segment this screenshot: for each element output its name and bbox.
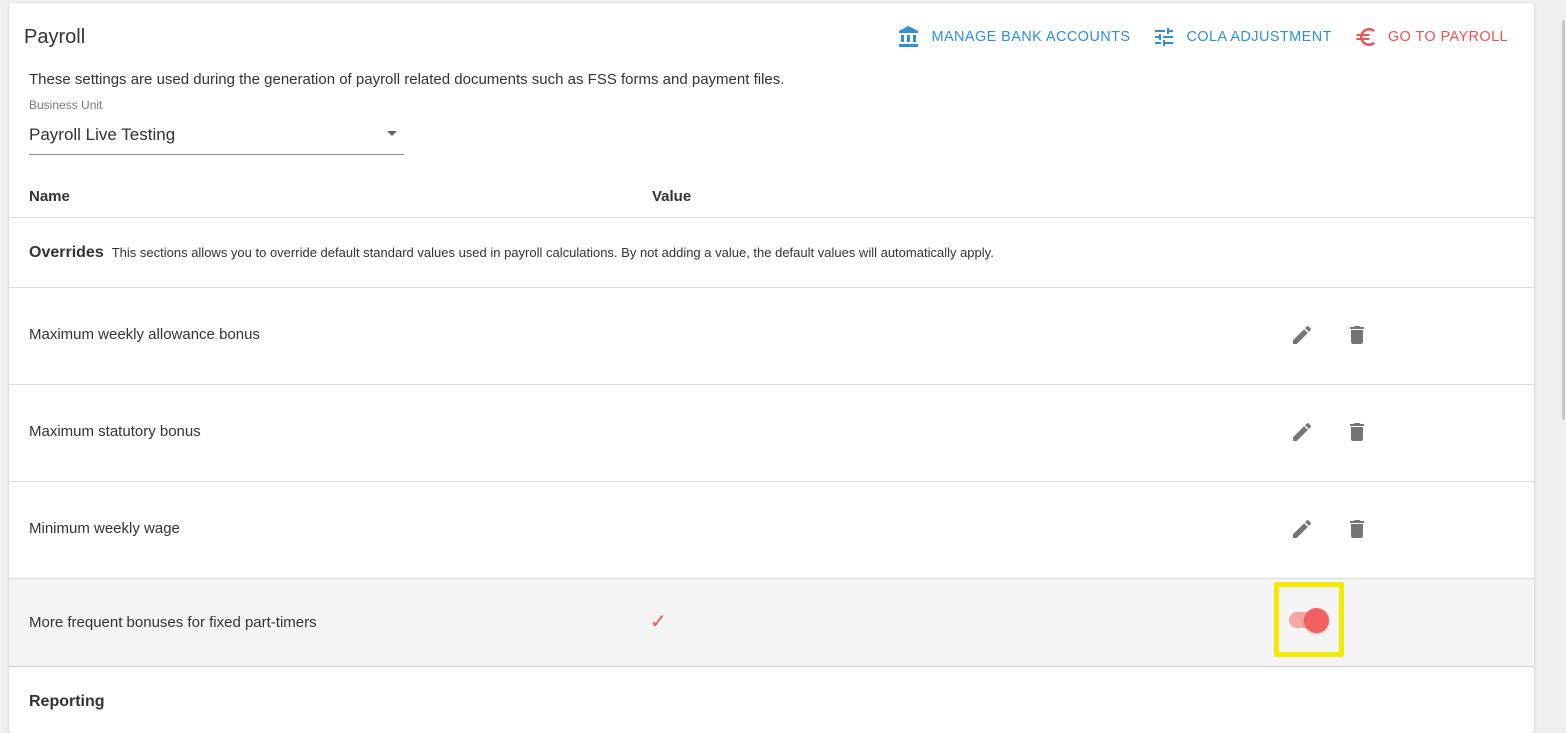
overrides-title: Overrides (29, 244, 104, 261)
row-actions (1290, 517, 1369, 541)
page-title: Payroll (24, 26, 86, 48)
header-actions: MANAGE BANK ACCOUNTS COLA ADJUSTMENT GO … (897, 25, 1508, 49)
table-row: Maximum statutory bonus (9, 385, 1534, 481)
tune-icon (1152, 25, 1176, 49)
row-actions (1290, 420, 1369, 444)
business-unit-value: Payroll Live Testing (29, 125, 176, 144)
edit-icon[interactable] (1290, 323, 1314, 347)
manage-bank-accounts-label: MANAGE BANK ACCOUNTS (931, 29, 1131, 45)
chevron-down-icon (387, 131, 397, 136)
payroll-settings-card: Payroll MANAGE BANK ACCOUNTS COLA ADJUST… (9, 3, 1534, 733)
go-to-payroll-button[interactable]: GO TO PAYROLL (1354, 25, 1508, 49)
table-row: Maximum weekly allowance bonus (9, 288, 1534, 384)
page-scrollbar[interactable] (1560, 0, 1566, 723)
row-name: More frequent bonuses for fixed part-tim… (29, 614, 317, 631)
go-to-payroll-label: GO TO PAYROLL (1387, 29, 1508, 45)
page-description: These settings are used during the gener… (29, 71, 785, 88)
cola-adjustment-label: COLA ADJUSTMENT (1186, 29, 1332, 45)
euro-icon (1354, 25, 1378, 49)
table-row-toggle: More frequent bonuses for fixed part-tim… (9, 579, 1534, 666)
delete-icon[interactable] (1345, 420, 1369, 444)
edit-icon[interactable] (1290, 517, 1314, 541)
column-header-name: Name (29, 188, 70, 205)
divider (9, 666, 1534, 667)
overrides-description: This sections allows you to override def… (111, 245, 994, 260)
row-name: Maximum weekly allowance bonus (29, 326, 260, 343)
table-row: Minimum weekly wage (9, 482, 1534, 578)
manage-bank-accounts-button[interactable]: MANAGE BANK ACCOUNTS (897, 25, 1130, 49)
delete-icon[interactable] (1345, 517, 1369, 541)
toggle-knob[interactable] (1304, 608, 1329, 633)
column-header-value: Value (652, 188, 692, 205)
bank-icon (897, 25, 921, 49)
row-name: Maximum statutory bonus (29, 423, 201, 440)
page-scrollbar-thumb[interactable] (1562, 20, 1565, 420)
overrides-section-header: Overrides This sections allows you to ov… (29, 244, 994, 262)
cola-adjustment-button[interactable]: COLA ADJUSTMENT (1152, 25, 1331, 49)
divider (9, 217, 1534, 218)
delete-icon[interactable] (1345, 323, 1369, 347)
row-name: Minimum weekly wage (29, 520, 180, 537)
bonus-toggle-switch[interactable] (1289, 608, 1329, 633)
row-actions (1290, 323, 1369, 347)
business-unit-select[interactable]: Payroll Live Testing (29, 116, 404, 155)
business-unit-label: Business Unit (29, 98, 103, 112)
edit-icon[interactable] (1290, 420, 1314, 444)
reporting-section-title: Reporting (29, 693, 105, 710)
check-icon: ✓ (650, 611, 667, 633)
